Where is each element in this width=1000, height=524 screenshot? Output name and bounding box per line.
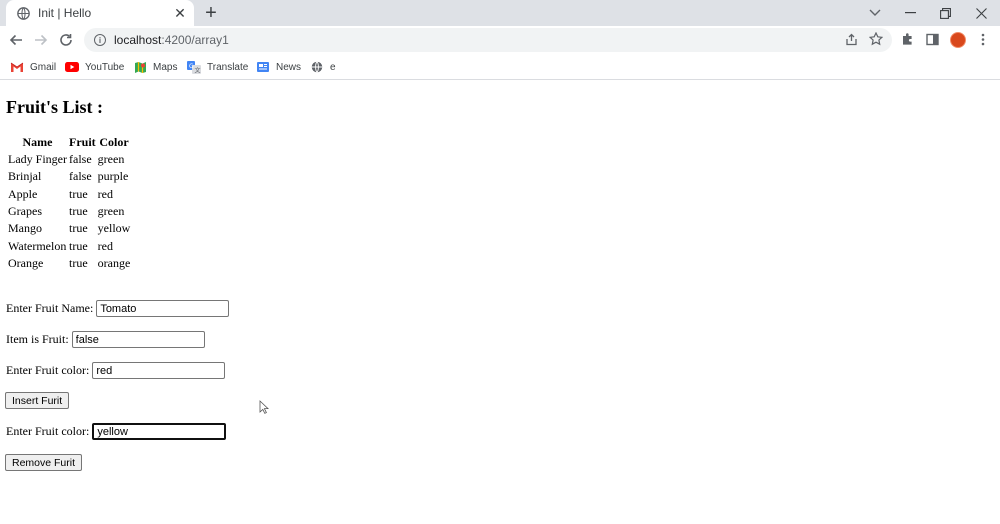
- fruit-color-label: Enter Fruit color:: [6, 363, 90, 377]
- tab-title: Init | Hello: [38, 6, 92, 20]
- cell-fruit: false: [69, 169, 92, 184]
- tab-search-icon[interactable]: [858, 0, 892, 26]
- column-header-fruit: Fruit: [69, 135, 96, 149]
- cell-fruit: true: [69, 186, 88, 201]
- globe-icon: [16, 6, 30, 20]
- remove-color-label: Enter Fruit color:: [6, 424, 90, 438]
- cell-color: red: [97, 186, 113, 201]
- table-row: Brinjal false purple: [8, 168, 130, 185]
- bookmark-translate[interactable]: G文 Translate: [187, 59, 248, 75]
- remove-color-row: Enter Fruit color:: [6, 423, 227, 440]
- cell-fruit: true: [69, 204, 88, 219]
- insert-fruit-button[interactable]: Insert Furit: [5, 392, 70, 409]
- bookmark-star-icon[interactable]: [867, 30, 885, 48]
- fruit-color-row: Enter Fruit color:: [6, 362, 226, 379]
- reload-icon[interactable]: [56, 30, 76, 50]
- is-fruit-row: Item is Fruit:: [6, 331, 205, 348]
- table-row: Orange true orange: [8, 255, 130, 272]
- close-tab-icon[interactable]: ✕: [172, 5, 188, 21]
- cell-name: Grapes: [8, 204, 42, 219]
- share-icon[interactable]: [842, 30, 860, 48]
- table-row: Lady Finger false green: [8, 151, 130, 168]
- url-text: localhost:4200/array1: [114, 33, 229, 47]
- cell-name: Brinjal: [8, 169, 42, 184]
- minimize-button[interactable]: [893, 0, 927, 26]
- browser-toolbar: i localhost:4200/array1: [0, 26, 1000, 54]
- profile-avatar[interactable]: [950, 32, 966, 48]
- cell-color: green: [97, 152, 125, 167]
- cell-name: Apple: [8, 186, 38, 201]
- news-icon: [256, 61, 270, 73]
- site-info-icon[interactable]: i: [94, 34, 106, 46]
- cell-color: yellow: [97, 221, 131, 236]
- forward-arrow-icon[interactable]: [31, 30, 51, 50]
- cell-fruit: true: [69, 238, 88, 253]
- translate-icon: G文: [187, 60, 201, 74]
- cell-color: red: [97, 238, 113, 253]
- page-content: Fruit's List : Name Fruit Color Lady Fin…: [0, 80, 1000, 524]
- mouse-pointer-icon: [259, 400, 269, 414]
- remove-color-input[interactable]: [92, 423, 227, 440]
- cell-name: Watermelon: [8, 238, 67, 253]
- cell-fruit: true: [69, 255, 88, 270]
- cell-color: green: [97, 204, 125, 219]
- cell-name: Lady Finger: [8, 152, 67, 167]
- back-arrow-icon[interactable]: [6, 30, 26, 50]
- table-row: Grapes true green: [8, 203, 130, 220]
- table-header-row: Name Fruit Color: [8, 134, 130, 151]
- svg-text:G: G: [189, 63, 194, 70]
- bookmark-maps[interactable]: Maps: [133, 59, 177, 75]
- youtube-icon: [65, 61, 79, 73]
- fruit-name-label: Enter Fruit Name:: [6, 301, 94, 315]
- new-tab-button[interactable]: +: [201, 3, 221, 23]
- cell-fruit: true: [69, 221, 88, 236]
- restore-button[interactable]: [928, 0, 962, 26]
- maps-icon: [133, 61, 147, 73]
- bookmarks-bar: Gmail YouTube Maps G文 Translate News e: [0, 54, 1000, 80]
- remove-fruit-button[interactable]: Remove Furit: [5, 454, 83, 471]
- svg-text:文: 文: [195, 66, 201, 74]
- globe-icon: [310, 61, 324, 73]
- bookmark-youtube[interactable]: YouTube: [65, 59, 124, 75]
- is-fruit-label: Item is Fruit:: [6, 332, 69, 346]
- tab-strip: Init | Hello ✕ +: [0, 0, 1000, 26]
- table-row: Mango true yellow: [8, 220, 130, 237]
- close-window-button[interactable]: [964, 0, 998, 26]
- address-bar[interactable]: i localhost:4200/array1: [84, 28, 892, 52]
- browser-tab[interactable]: Init | Hello ✕: [6, 0, 194, 26]
- gmail-icon: [10, 61, 24, 73]
- fruit-color-input[interactable]: [92, 362, 226, 379]
- bookmark-e[interactable]: e: [310, 59, 336, 75]
- extensions-icon[interactable]: [898, 30, 916, 48]
- column-header-color: Color: [99, 135, 129, 149]
- bookmark-news[interactable]: News: [256, 59, 301, 75]
- column-header-name: Name: [22, 135, 53, 149]
- cell-color: orange: [97, 255, 131, 270]
- cell-fruit: false: [69, 152, 92, 167]
- menu-kebab-icon[interactable]: [974, 30, 992, 48]
- is-fruit-input[interactable]: [71, 331, 205, 348]
- fruit-name-input[interactable]: [96, 300, 230, 317]
- page-title: Fruit's List :: [6, 97, 103, 117]
- table-row: Apple true red: [8, 186, 130, 203]
- fruits-table: Name Fruit Color Lady Finger false green B…: [6, 134, 132, 272]
- cell-name: Mango: [8, 221, 42, 236]
- bookmark-gmail[interactable]: Gmail: [10, 59, 56, 75]
- fruit-name-row: Enter Fruit Name:: [6, 300, 230, 317]
- table-row: Watermelon true red: [8, 237, 130, 254]
- side-panel-icon[interactable]: [923, 30, 941, 48]
- cell-color: purple: [97, 169, 129, 184]
- cell-name: Orange: [8, 255, 44, 270]
